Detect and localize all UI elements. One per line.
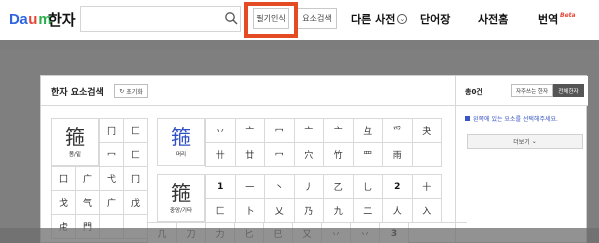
component-cell[interactable]: 入 [412, 199, 442, 223]
center-grid: 1 一 丶 丿 乙 乚 2 十 匚 卜 乂 乃 九 二 人 入 [205, 174, 442, 223]
highlight-box [244, 2, 298, 38]
refresh-icon: ↻ [119, 87, 125, 95]
component-cell[interactable]: 匚 [124, 143, 148, 167]
nav-other-dict-label: 다른 사전 [351, 13, 396, 26]
service-title[interactable]: 한자 [48, 9, 76, 30]
component-cell[interactable]: 囗 [52, 167, 76, 191]
component-cell[interactable]: 匚 [206, 199, 236, 223]
logo-part-1: Da [9, 10, 28, 28]
dim-overlay [0, 40, 599, 50]
component-cell[interactable]: 匚 [124, 119, 148, 143]
component-cell[interactable]: 爫 [383, 119, 413, 143]
chevron-down-icon: ⌄ [531, 138, 537, 145]
center-group-header[interactable]: 箍 중앙/기타 [157, 174, 205, 222]
logo-part-2: u [28, 10, 38, 28]
bottom-dim-overlay [0, 228, 599, 243]
component-cell[interactable]: 乚 [353, 175, 383, 199]
component-cell[interactable]: 九 [324, 199, 354, 223]
panel-header: 한자 요소검색 ↻ 초기화 총0건 자주쓰는 한자 전체한자 [41, 76, 588, 106]
component-cell[interactable]: 冂 [100, 119, 124, 143]
component-cell[interactable]: 一 [235, 175, 265, 199]
nav-other-dict[interactable]: 다른 사전 ⌄ [351, 11, 408, 27]
head-grid: 丷 亠 冖 亠 亠 彑 爫 夬 卄 廿 冖 穴 竹 罒 雨 [205, 118, 442, 167]
left-group-label: 몸/밑 [69, 151, 81, 158]
nav-wordbook[interactable]: 단어장 [420, 11, 450, 27]
select-notice: 왼쪽에 있는 요소를 선택해주세요. [465, 114, 558, 123]
nav-translate[interactable]: 번역 [538, 11, 558, 27]
component-cell[interactable]: 冂 [124, 167, 148, 191]
component-cell[interactable]: 彑 [353, 119, 383, 143]
nav-dict-home[interactable]: 사전홈 [478, 11, 508, 27]
toggle-frequent[interactable]: 자주쓰는 한자 [511, 84, 553, 97]
component-cell[interactable]: 人 [383, 199, 413, 223]
left-grid-top: 冂 匚 冖 匚 [99, 118, 148, 167]
toggle-all[interactable]: 전체한자 [553, 84, 584, 97]
component-cell[interactable]: 乃 [294, 199, 324, 223]
head-group-label: 머리 [175, 151, 187, 158]
component-cell[interactable]: 二 [353, 199, 383, 223]
component-cell[interactable]: 乙 [324, 175, 354, 199]
more-button[interactable]: 더보기 ⌄ [467, 134, 583, 149]
component-cell[interactable]: 气 [76, 191, 100, 215]
component-cell[interactable]: 亠 [324, 119, 354, 143]
component-cell[interactable]: 竹 [324, 143, 354, 167]
component-cell[interactable]: 十 [412, 175, 442, 199]
component-cell[interactable]: 廿 [235, 143, 265, 167]
component-cell[interactable]: 雨 [383, 143, 413, 167]
head-group-glyph: 箍 [171, 124, 191, 149]
reset-button[interactable]: ↻ 초기화 [114, 84, 148, 98]
top-header: Da u m 한자 필기인식 요소검색 다른 사전 ⌄ 단어장 사전홈 번역 Bet… [0, 0, 599, 40]
stroke-count-cell: 1 [206, 175, 236, 199]
result-count: 총0건 [465, 88, 483, 96]
chevron-down-icon: ⌄ [397, 14, 408, 24]
left-group-header[interactable]: 箍 몸/밑 [51, 118, 99, 166]
head-group-header[interactable]: 箍 머리 [157, 118, 205, 166]
component-cell[interactable]: 丿 [294, 175, 324, 199]
daum-logo[interactable]: Da u m [9, 9, 52, 29]
beta-badge: Beta [560, 12, 576, 19]
component-cell[interactable]: 亠 [235, 119, 265, 143]
panel-title: 한자 요소검색 [51, 88, 104, 98]
component-cell[interactable]: 乂 [265, 199, 295, 223]
component-cell[interactable]: 弋 [100, 167, 124, 191]
component-cell [412, 143, 442, 167]
component-cell[interactable]: 穴 [294, 143, 324, 167]
component-search-button[interactable]: 요소검색 [297, 8, 337, 29]
search-icon[interactable] [224, 11, 238, 25]
component-cell[interactable]: 广 [76, 167, 100, 191]
search-input[interactable] [80, 6, 241, 32]
component-cell[interactable]: 丶 [265, 175, 295, 199]
component-cell[interactable]: 夬 [412, 119, 442, 143]
component-cell[interactable]: 戈 [52, 191, 76, 215]
component-cell[interactable]: 冖 [265, 119, 295, 143]
more-label: 더보기 [513, 139, 530, 146]
center-group-label: 중앙/기타 [169, 207, 193, 214]
component-cell[interactable]: 广 [100, 191, 124, 215]
reset-label: 초기화 [126, 88, 143, 96]
component-cell[interactable]: 罒 [353, 143, 383, 167]
panel-divider [455, 76, 456, 243]
component-cell[interactable]: 冖 [100, 143, 124, 167]
component-search-panel: 한자 요소검색 ↻ 초기화 총0건 자주쓰는 한자 전체한자 왼쪽에 있는 요소… [40, 75, 588, 243]
component-cell[interactable]: 丷 [206, 119, 236, 143]
center-group-glyph: 箍 [171, 180, 191, 205]
component-cell[interactable]: 卄 [206, 143, 236, 167]
left-group-glyph: 箍 [65, 124, 85, 149]
stroke-count-cell: 2 [383, 175, 413, 199]
component-cell[interactable]: 冖 [265, 143, 295, 167]
component-cell[interactable]: 亠 [294, 119, 324, 143]
notice-text: 왼쪽에 있는 요소를 선택해주세요. [473, 116, 558, 123]
component-cell[interactable]: 卜 [235, 199, 265, 223]
notice-icon [465, 116, 470, 121]
component-cell[interactable]: 戊 [124, 191, 148, 215]
